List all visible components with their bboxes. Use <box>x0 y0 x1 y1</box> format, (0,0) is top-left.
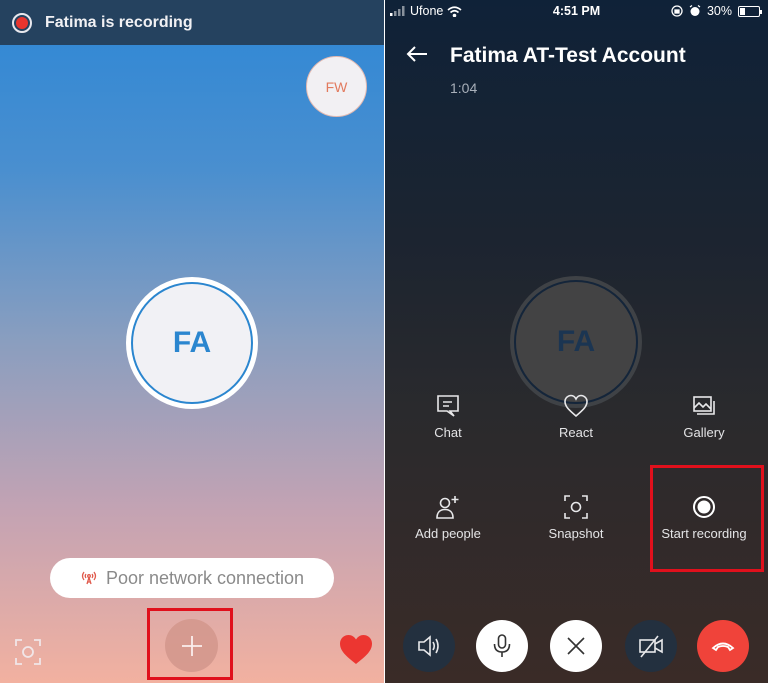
self-view-initials: FW <box>325 78 348 95</box>
recording-banner-text: Fatima is recording <box>45 13 193 31</box>
remote-participant-avatar: FA <box>126 277 258 409</box>
status-bar: Ufone 4:51 PM 30% <box>385 0 768 22</box>
menu-item-gallery[interactable]: Gallery <box>644 393 764 440</box>
add-person-icon <box>436 496 459 519</box>
menu-item-label: Snapshot <box>548 526 604 541</box>
battery-percent: 30% <box>706 4 732 18</box>
remote-initials: FA <box>556 325 596 358</box>
menu-item-label: Add people <box>415 526 481 541</box>
snapshot-icon <box>564 495 588 519</box>
highlight-box-start-recording <box>650 465 764 572</box>
orientation-lock-icon <box>671 5 683 17</box>
right-call-screen: Ufone 4:51 PM 30% Fatima AT-Test Account… <box>385 0 768 683</box>
menu-item-snapshot[interactable]: Snapshot <box>516 494 636 541</box>
menu-item-react[interactable]: React <box>516 393 636 440</box>
antenna-signal-icon <box>80 569 98 588</box>
menu-item-label: Gallery <box>683 425 725 440</box>
heart-outline-icon <box>564 394 588 418</box>
battery-icon <box>738 5 762 17</box>
video-off-icon <box>639 635 663 658</box>
network-warning-toast: Poor network connection <box>50 558 334 598</box>
recording-dot-icon <box>12 12 32 33</box>
snapshot-button[interactable] <box>14 638 42 666</box>
recording-banner: Fatima is recording <box>0 0 384 45</box>
menu-item-label: React <box>559 425 593 440</box>
speaker-button[interactable] <box>403 620 455 672</box>
react-button[interactable] <box>338 632 374 668</box>
back-button[interactable] <box>405 44 429 64</box>
highlight-box-more-options <box>147 608 233 680</box>
close-menu-button[interactable] <box>550 620 602 672</box>
self-view-avatar[interactable]: FW <box>306 56 367 117</box>
left-call-screen: Fatima is recording FW FA Poor network c… <box>0 0 384 683</box>
end-call-icon <box>711 642 735 652</box>
menu-item-label: Chat <box>434 425 462 440</box>
network-warning-text: Poor network connection <box>105 567 305 588</box>
snapshot-icon <box>15 639 41 665</box>
chat-icon <box>437 395 459 417</box>
gallery-icon <box>693 396 715 415</box>
close-icon <box>567 637 585 655</box>
heart-icon <box>340 635 372 664</box>
call-duration: 1:04 <box>450 80 478 96</box>
alarm-icon <box>689 5 701 16</box>
back-arrow-icon <box>406 46 427 62</box>
microphone-button[interactable] <box>476 620 528 672</box>
menu-item-chat[interactable]: Chat <box>388 393 508 440</box>
remote-participant-avatar: FA <box>510 276 642 408</box>
video-off-button[interactable] <box>625 620 677 672</box>
remote-initials: FA <box>172 326 212 359</box>
end-call-button[interactable] <box>697 620 749 672</box>
speaker-icon <box>418 635 439 657</box>
microphone-icon <box>493 634 511 657</box>
call-title: Fatima AT-Test Account <box>450 44 686 67</box>
menu-item-add-people[interactable]: Add people <box>388 494 508 541</box>
